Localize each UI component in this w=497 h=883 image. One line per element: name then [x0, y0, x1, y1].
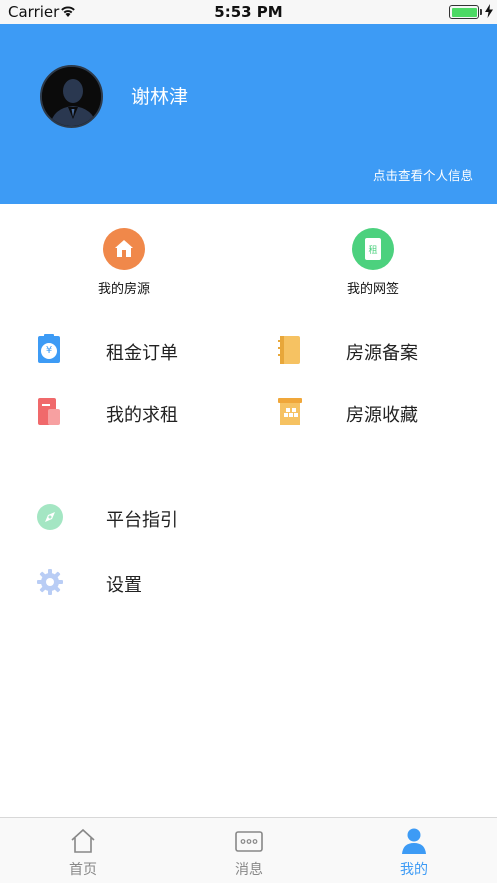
house-filing-label: 房源备案	[346, 343, 418, 364]
tab-home[interactable]: 首页	[0, 818, 166, 883]
house-favorites-item[interactable]: 房源收藏	[276, 392, 476, 432]
tab-profile[interactable]: 我的	[331, 818, 497, 883]
tab-profile-label: 我的	[400, 862, 428, 878]
request-document-icon	[36, 398, 62, 426]
clock: 5:53 PM	[214, 3, 283, 21]
user-name: 谢林津	[131, 86, 189, 108]
platform-guide-item[interactable]: 平台指引	[36, 497, 236, 537]
my-requests-item[interactable]: 我的求租	[36, 392, 236, 432]
contract-icon: 租	[352, 228, 394, 270]
view-profile-link[interactable]: 点击查看个人信息	[373, 165, 473, 184]
tab-home-label: 首页	[69, 862, 97, 878]
charging-bolt-icon	[485, 4, 493, 18]
rent-orders-item[interactable]: ¥ 租金订单	[36, 330, 236, 370]
rent-order-icon: ¥	[36, 334, 62, 364]
my-houses-button[interactable]: 我的房源	[64, 228, 184, 297]
contract-glyph: 租	[368, 245, 378, 256]
house-favorites-label: 房源收藏	[346, 405, 418, 426]
my-contracts-label: 我的网签	[346, 282, 399, 297]
settings-label: 设置	[106, 575, 142, 596]
my-houses-label: 我的房源	[97, 282, 150, 297]
home-icon	[71, 828, 95, 853]
settings-item[interactable]: 设置	[36, 562, 236, 602]
tab-messages[interactable]: 消息	[166, 818, 332, 883]
message-icon	[235, 831, 263, 852]
favorites-box-icon	[276, 398, 302, 426]
notebook-icon	[276, 336, 302, 364]
house-icon	[103, 228, 145, 270]
my-contracts-button[interactable]: 租 我的网签	[313, 228, 433, 297]
platform-guide-label: 平台指引	[106, 510, 178, 531]
my-requests-label: 我的求租	[106, 405, 178, 426]
status-bar: Carrier 5:53 PM	[0, 0, 497, 24]
avatar[interactable]	[40, 65, 103, 128]
compass-icon	[36, 503, 63, 531]
tab-messages-label: 消息	[235, 862, 263, 878]
yen-glyph: ¥	[41, 343, 57, 359]
user-silhouette-icon	[42, 67, 101, 126]
gear-icon	[36, 568, 63, 596]
profile-icon	[402, 828, 426, 854]
battery-icon	[449, 5, 479, 19]
rent-orders-label: 租金订单	[106, 343, 178, 364]
profile-header: 谢林津 点击查看个人信息	[0, 24, 497, 204]
house-filing-item[interactable]: 房源备案	[276, 330, 476, 370]
battery-cap	[480, 9, 482, 15]
tab-bar: 首页 消息 我的	[0, 817, 497, 883]
